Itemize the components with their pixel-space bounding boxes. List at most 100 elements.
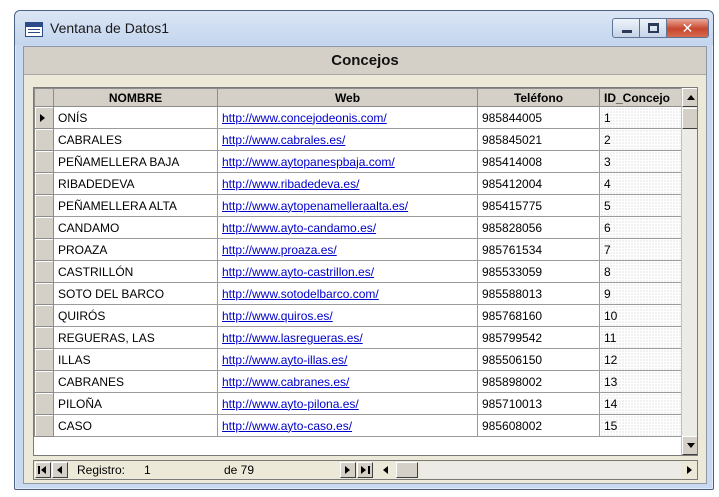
column-header-web[interactable]: Web: [217, 88, 478, 107]
table-row[interactable]: ILLAS http://www.ayto-illas.es/985506150 1…: [34, 348, 684, 371]
cell-nombre[interactable]: PROAZA: [53, 238, 218, 261]
row-selector[interactable]: [34, 194, 54, 217]
cell-id-concejo[interactable]: 12: [599, 348, 684, 371]
cell-nombre[interactable]: REGUERAS, LAS: [53, 326, 218, 349]
row-selector[interactable]: [34, 260, 54, 283]
web-link[interactable]: http://www.aytopenamelleraalta.es/: [222, 199, 408, 213]
web-link[interactable]: http://www.ribadedeva.es/: [222, 177, 359, 191]
row-selector[interactable]: [34, 282, 54, 305]
next-record-button[interactable]: [340, 462, 356, 478]
cell-nombre[interactable]: CANDAMO: [53, 216, 218, 239]
cell-telefono[interactable]: 985588013: [477, 282, 600, 305]
cell-telefono[interactable]: 985415775: [477, 194, 600, 217]
row-selector[interactable]: [34, 128, 54, 151]
cell-id-concejo[interactable]: 9: [599, 282, 684, 305]
previous-record-button[interactable]: [52, 462, 68, 478]
row-selector[interactable]: [34, 172, 54, 195]
cell-id-concejo[interactable]: 7: [599, 238, 684, 261]
minimize-button[interactable]: [612, 18, 640, 38]
row-selector[interactable]: [34, 392, 54, 415]
cell-telefono[interactable]: 985608002: [477, 414, 600, 437]
title-bar[interactable]: Ventana de Datos1 ✕: [15, 11, 713, 45]
cell-telefono[interactable]: 985799542: [477, 326, 600, 349]
cell-id-concejo[interactable]: 4: [599, 172, 684, 195]
row-selector[interactable]: [34, 150, 54, 173]
cell-telefono[interactable]: 985845021: [477, 128, 600, 151]
close-button[interactable]: ✕: [667, 18, 709, 38]
table-row[interactable]: CASO http://www.ayto-caso.es/985608002 15: [34, 414, 684, 437]
web-link[interactable]: http://www.proaza.es/: [222, 243, 337, 257]
table-row[interactable]: PROAZA http://www.proaza.es/985761534 7: [34, 238, 684, 261]
row-selector[interactable]: [34, 414, 54, 437]
cell-telefono[interactable]: 985414008: [477, 150, 600, 173]
table-row[interactable]: CABRANES http://www.cabranes.es/985898002…: [34, 370, 684, 393]
cell-telefono[interactable]: 985533059: [477, 260, 600, 283]
cell-telefono[interactable]: 985844005: [477, 106, 600, 129]
cell-telefono[interactable]: 985506150: [477, 348, 600, 371]
maximize-button[interactable]: [640, 18, 667, 38]
table-row[interactable]: RIBADEDEVA http://www.ribadedeva.es/98541…: [34, 172, 684, 195]
select-all-cell[interactable]: [34, 88, 54, 107]
table-row[interactable]: PEÑAMELLERA BAJA http://www.aytopanespbaj…: [34, 150, 684, 173]
table-row[interactable]: REGUERAS, LAS http://www.lasregueras.es/9…: [34, 326, 684, 349]
web-link[interactable]: http://www.sotodelbarco.com/: [222, 287, 379, 301]
cell-telefono[interactable]: 985412004: [477, 172, 600, 195]
last-record-button[interactable]: [357, 462, 373, 478]
datasheet-icon[interactable]: [25, 22, 43, 37]
cell-nombre[interactable]: RIBADEDEVA: [53, 172, 218, 195]
table-row[interactable]: CABRALES http://www.cabrales.es/985845021…: [34, 128, 684, 151]
table-row[interactable]: SOTO DEL BARCO http://www.sotodelbarco.co…: [34, 282, 684, 305]
scroll-up-button[interactable]: [682, 88, 697, 107]
table-row[interactable]: CANDAMO http://www.ayto-candamo.es/985828…: [34, 216, 684, 239]
cell-telefono[interactable]: 985768160: [477, 304, 600, 327]
cell-telefono[interactable]: 985828056: [477, 216, 600, 239]
web-link[interactable]: http://www.ayto-illas.es/: [222, 353, 347, 367]
web-link[interactable]: http://www.aytopanespbaja.com/: [222, 155, 395, 169]
cell-id-concejo[interactable]: 1: [599, 106, 684, 129]
cell-id-concejo[interactable]: 10: [599, 304, 684, 327]
cell-id-concejo[interactable]: 15: [599, 414, 684, 437]
vertical-scrollbar[interactable]: [681, 88, 697, 455]
web-link[interactable]: http://www.ayto-castrillon.es/: [222, 265, 374, 279]
row-selector[interactable]: [34, 370, 54, 393]
cell-id-concejo[interactable]: 3: [599, 150, 684, 173]
row-selector[interactable]: [34, 348, 54, 371]
web-link[interactable]: http://www.lasregueras.es/: [222, 331, 363, 345]
cell-nombre[interactable]: PILOÑA: [53, 392, 218, 415]
column-header-nombre[interactable]: NOMBRE: [53, 88, 218, 107]
horizontal-scroll-thumb[interactable]: [396, 462, 418, 478]
scroll-down-button[interactable]: [682, 436, 697, 455]
cell-nombre[interactable]: ONÍS: [53, 106, 218, 129]
horizontal-scroll-track[interactable]: [420, 462, 681, 478]
cell-nombre[interactable]: PEÑAMELLERA BAJA: [53, 150, 218, 173]
web-link[interactable]: http://www.cabrales.es/: [222, 133, 345, 147]
web-link[interactable]: http://www.ayto-candamo.es/: [222, 221, 376, 235]
cell-id-concejo[interactable]: 13: [599, 370, 684, 393]
scroll-left-button[interactable]: [378, 462, 394, 478]
row-selector[interactable]: [34, 238, 54, 261]
cell-nombre[interactable]: QUIRÓS: [53, 304, 218, 327]
column-header-telefono[interactable]: Teléfono: [477, 88, 600, 107]
cell-nombre[interactable]: CASTRILLÓN: [53, 260, 218, 283]
cell-id-concejo[interactable]: 6: [599, 216, 684, 239]
cell-telefono[interactable]: 985761534: [477, 238, 600, 261]
table-row[interactable]: ONÍS http://www.concejodeonis.com/9858440…: [34, 106, 684, 129]
table-row[interactable]: PILOÑA http://www.ayto-pilona.es/98571001…: [34, 392, 684, 415]
cell-nombre[interactable]: CASO: [53, 414, 218, 437]
cell-nombre[interactable]: SOTO DEL BARCO: [53, 282, 218, 305]
cell-nombre[interactable]: CABRALES: [53, 128, 218, 151]
web-link[interactable]: http://www.quiros.es/: [222, 309, 333, 323]
cell-id-concejo[interactable]: 14: [599, 392, 684, 415]
current-record-input[interactable]: 1: [144, 463, 151, 477]
cell-nombre[interactable]: CABRANES: [53, 370, 218, 393]
table-row[interactable]: QUIRÓS http://www.quiros.es/985768160 10: [34, 304, 684, 327]
web-link[interactable]: http://www.concejodeonis.com/: [222, 111, 387, 125]
scroll-right-button[interactable]: [681, 462, 697, 478]
cell-id-concejo[interactable]: 11: [599, 326, 684, 349]
table-row[interactable]: CASTRILLÓN http://www.ayto-castrillon.es/…: [34, 260, 684, 283]
cell-id-concejo[interactable]: 2: [599, 128, 684, 151]
web-link[interactable]: http://www.ayto-caso.es/: [222, 419, 352, 433]
cell-id-concejo[interactable]: 5: [599, 194, 684, 217]
first-record-button[interactable]: [35, 462, 51, 478]
scroll-thumb[interactable]: [682, 108, 697, 129]
